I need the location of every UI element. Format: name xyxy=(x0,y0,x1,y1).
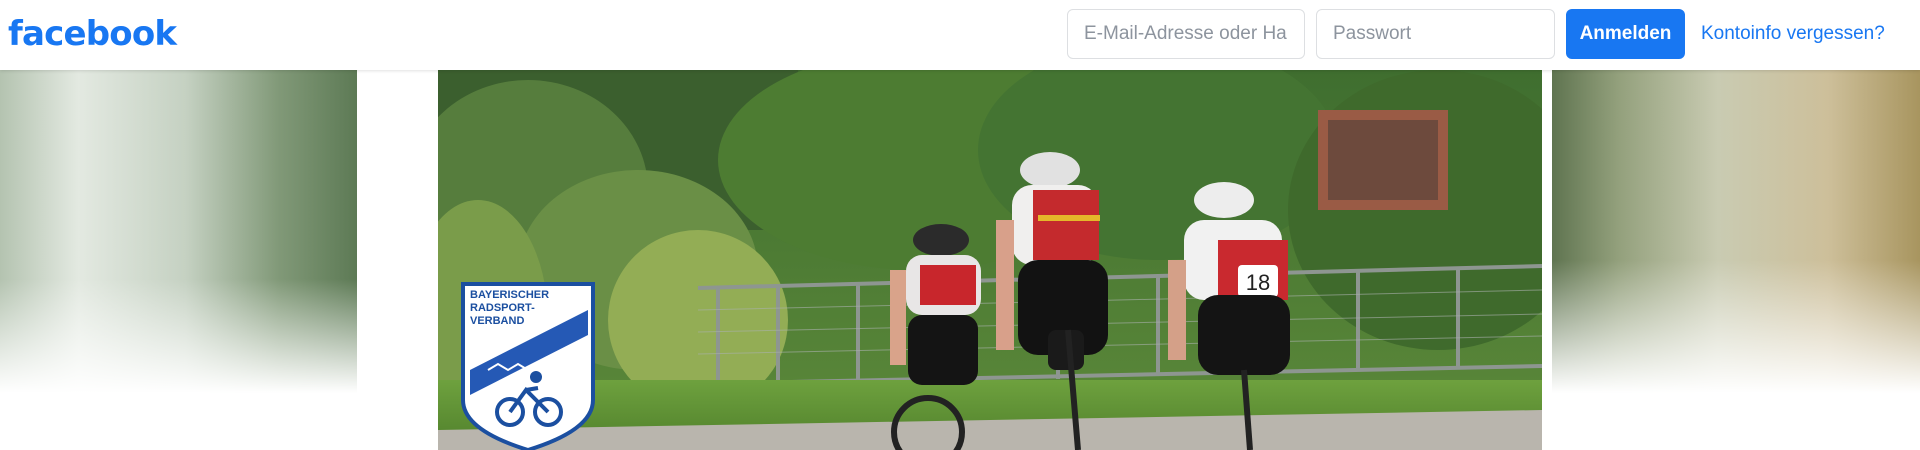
cover-photo-image: 18 BAYERISCHER RADSPORT- VERBAND xyxy=(438,70,1542,450)
cover-photo-container: 18 BAYERISCHER RADSPORT- VERBAND xyxy=(357,70,1552,450)
brv-logo-line-2: RADSPORT- xyxy=(470,302,535,314)
brv-logo-line-1: BAYERISCHER xyxy=(470,289,549,301)
bib-number: 18 xyxy=(1246,270,1270,295)
cover-blur-background-right xyxy=(1552,70,1920,450)
password-input[interactable] xyxy=(1316,9,1555,59)
cover-blur-background-left xyxy=(0,70,357,450)
email-input[interactable] xyxy=(1067,9,1305,59)
facebook-logo[interactable]: facebook xyxy=(8,14,177,54)
forgot-account-link[interactable]: Kontoinfo vergessen? xyxy=(1701,22,1885,46)
brv-logo-line-3: VERBAND xyxy=(470,315,524,327)
top-navigation-bar: facebook Anmelden Kontoinfo vergessen? xyxy=(0,0,1920,70)
brv-logo: BAYERISCHER RADSPORT- VERBAND xyxy=(461,282,595,450)
login-button[interactable]: Anmelden xyxy=(1566,9,1685,59)
cover-photo[interactable]: 18 BAYERISCHER RADSPORT- VERBAND xyxy=(438,70,1542,450)
